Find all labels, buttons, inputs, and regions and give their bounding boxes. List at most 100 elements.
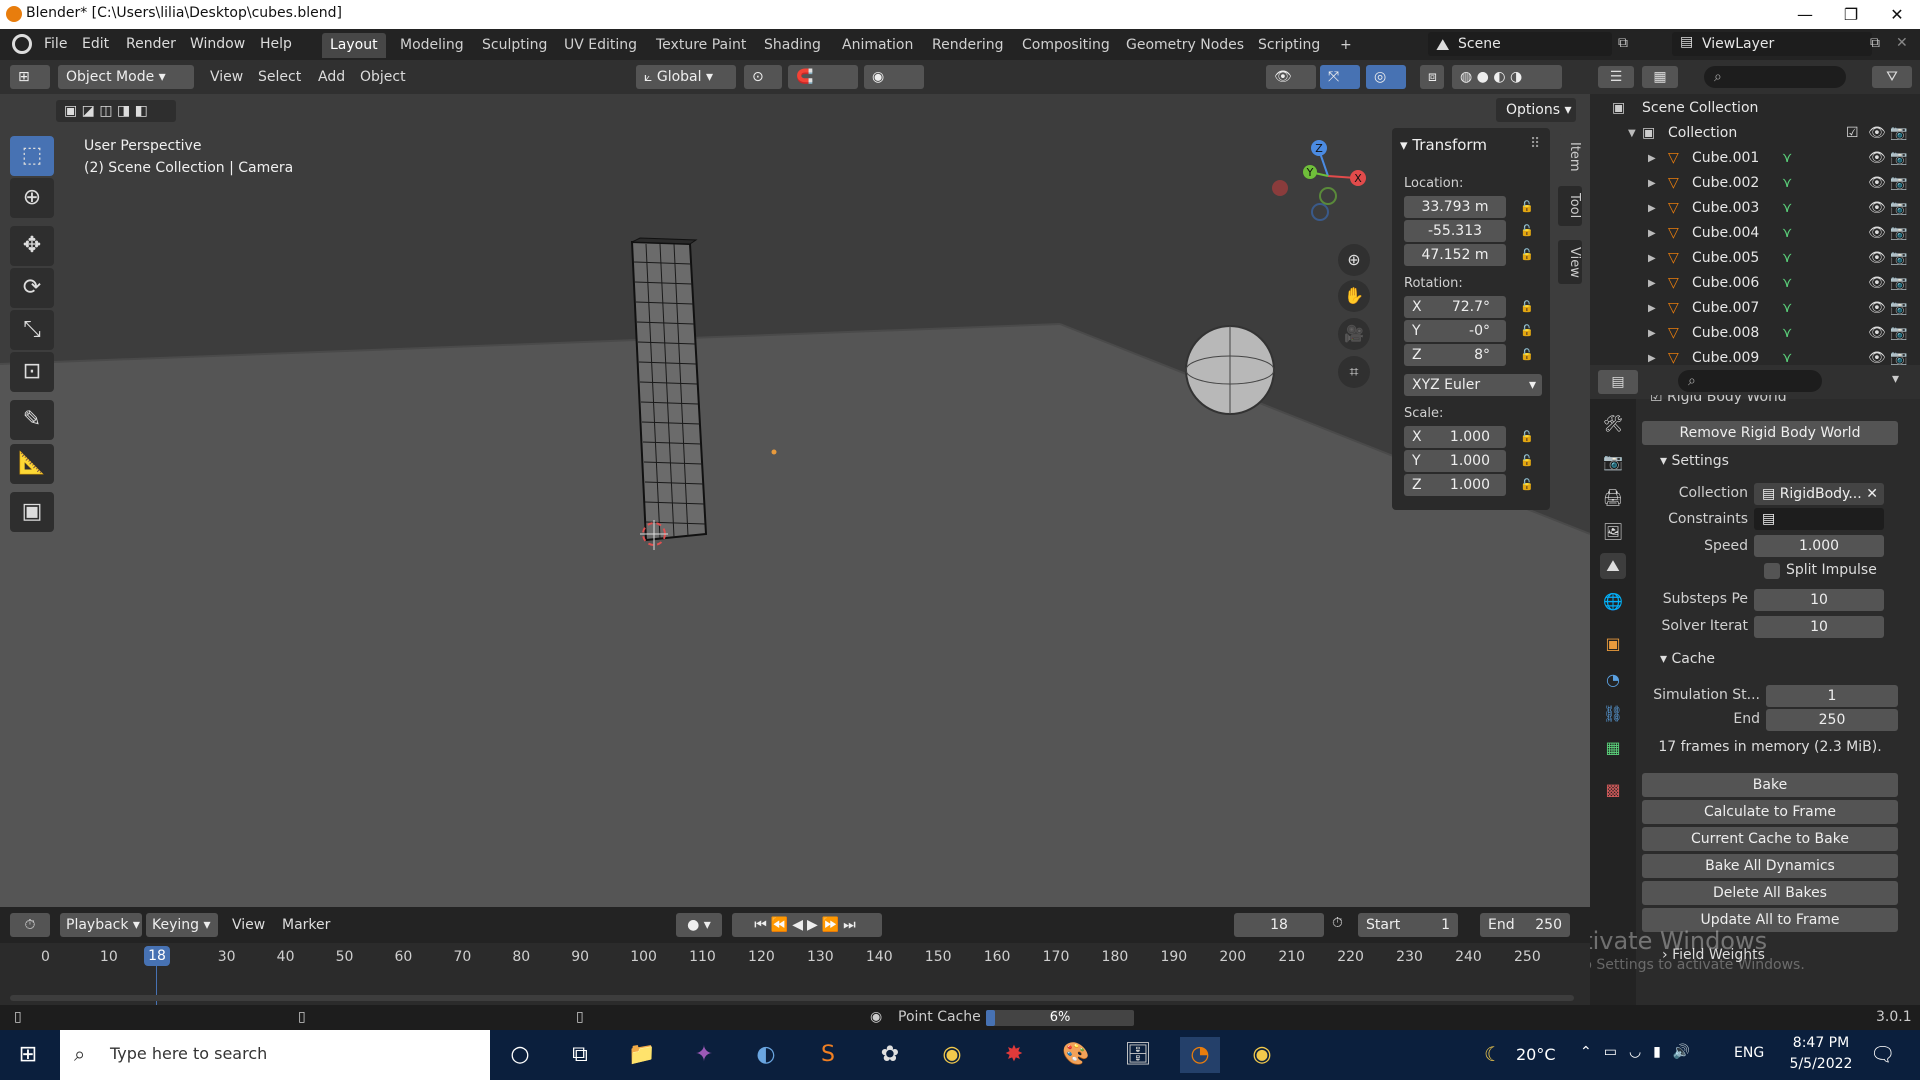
outliner-search-input[interactable]: ⌕ [1704,66,1846,88]
add-workspace-button[interactable]: + [1332,33,1360,58]
filter-icon[interactable]: ⛛ [1872,66,1912,88]
delete-all-bakes-button[interactable]: Delete All Bakes [1642,881,1898,905]
expand-icon[interactable]: ▶ [1648,321,1656,346]
weather-temp[interactable]: 20°C [1516,1045,1556,1064]
transform-panel-header[interactable]: ▾ Transform [1400,136,1487,154]
rigidbody-collection-field[interactable]: ▤ RigidBody... ✕ [1754,483,1884,505]
menu-add[interactable]: Add [318,69,345,85]
ortho-grid-icon[interactable]: ⌗ [1338,356,1370,388]
windows-start-icon[interactable]: ⊞ [8,1037,48,1073]
tab-geometry-nodes[interactable]: Geometry Nodes [1118,33,1252,58]
camera-icon[interactable]: 📷 [1890,171,1907,196]
expand-icon[interactable]: ▶ [1648,196,1656,221]
viewlayer-selector[interactable]: ViewLayer [1672,32,1872,56]
render-properties-icon[interactable]: 📷 [1600,449,1626,475]
chevron-down-icon[interactable]: ▾ [1892,371,1899,387]
tab-view[interactable]: View [1558,240,1582,284]
camera-view-icon[interactable]: 🎥 [1338,318,1370,350]
rotate-tool[interactable]: ⟳ [10,268,54,308]
menu-file[interactable]: File [44,36,67,52]
remove-viewlayer-icon[interactable]: ✕ [1896,35,1908,51]
menu-object[interactable]: Object [360,69,406,85]
task-view-icon[interactable]: ⧉ [560,1037,600,1073]
tab-shading[interactable]: Shading [756,33,829,58]
camera-icon[interactable]: 📷 [1890,121,1907,146]
clock-time[interactable]: 8:47 PM [1786,1035,1856,1051]
scale-y-field[interactable]: Y 1.000 [1404,450,1506,472]
pivot-icon[interactable]: ⊙ [744,65,782,89]
settings-panel-header[interactable]: ▾ Settings [1660,453,1729,469]
tab-texture-paint[interactable]: Texture Paint [648,33,754,58]
tool-properties-icon[interactable]: 🛠 [1600,411,1626,437]
orientation-selector[interactable]: ⟀ Global ▾ [636,65,736,89]
outliner-item[interactable]: ▶ ▽ Cube.008 ⋎ 👁 📷 [1590,321,1920,346]
constraints-field[interactable]: ▤ [1754,508,1884,530]
minimize-button[interactable]: — [1782,0,1828,29]
paint-icon[interactable]: 🎨 [1056,1037,1096,1073]
rotation-mode-select[interactable]: XYZ Euler ▾ [1404,374,1542,396]
xray-icon[interactable]: ⧈ [1420,65,1444,89]
lock-icon[interactable]: 🔓 [1520,200,1536,214]
scene-properties-icon[interactable]: ⛰ [1600,553,1626,579]
tab-item[interactable]: Item [1558,134,1582,180]
new-scene-icon[interactable]: ⧉ [1618,35,1628,51]
bake-button[interactable]: Bake [1642,773,1898,797]
close-button[interactable]: ✕ [1874,0,1920,29]
app-icon[interactable]: ✦ [684,1037,724,1073]
camera-icon[interactable]: 📷 [1890,221,1907,246]
transform-tool[interactable]: ⊡ [10,352,54,392]
physics-properties-icon[interactable]: ◔ [1600,667,1626,693]
eye-icon[interactable]: 👁 [1868,321,1886,346]
properties-search-input[interactable]: ⌕ [1678,370,1822,392]
eye-icon[interactable]: 👁 [1868,296,1886,321]
chrome-icon[interactable]: ◉ [1242,1037,1282,1073]
taskbar-search-input[interactable]: ⌕ Type here to search [60,1030,490,1080]
system-tray-icons[interactable]: ⌃▭◡▮🔊 [1580,1044,1702,1060]
simulation-end-field[interactable]: 250 [1766,709,1898,731]
mesh-data-icon[interactable]: ⋎ [1782,246,1792,271]
outliner-item[interactable]: ▶ ▽ Cube.002 ⋎ 👁 📷 [1590,171,1920,196]
tab-tool[interactable]: Tool [1558,186,1582,226]
location-y-field[interactable]: -55.313 [1404,220,1506,242]
outliner-item[interactable]: ▶ ▽ Cube.001 ⋎ 👁 📷 [1590,146,1920,171]
menu-view[interactable]: View [210,69,243,85]
playhead-frame-badge[interactable]: 18 [144,946,170,966]
app-icon[interactable]: 🗄 [1118,1037,1158,1073]
expand-icon[interactable]: ▶ [1648,146,1656,171]
cortana-icon[interactable]: ○ [500,1037,540,1073]
options-button[interactable]: Options ▾ [1496,98,1576,122]
move-tool[interactable]: ✥ [10,226,54,266]
lock-icon[interactable]: 🔓 [1520,248,1536,262]
menu-edit[interactable]: Edit [82,36,109,52]
camera-icon[interactable]: 📷 [1890,146,1907,171]
tab-layout[interactable]: Layout [322,33,386,58]
mesh-data-icon[interactable]: ⋎ [1782,221,1792,246]
language-indicator[interactable]: ENG [1734,1045,1764,1061]
menu-help[interactable]: Help [260,36,292,52]
scene-selector[interactable]: Scene [1428,32,1612,56]
clear-icon[interactable]: ✕ [1866,483,1878,505]
mesh-data-icon[interactable]: ⋎ [1782,271,1792,296]
speed-field[interactable]: 1.000 [1754,535,1884,557]
shading-modes[interactable]: ◍ ● ◐ ◑ [1452,65,1562,89]
outliner-scene-collection[interactable]: ▣ Scene Collection [1590,96,1920,121]
proportional-edit-icon[interactable]: ◉ [864,65,924,89]
tab-modeling[interactable]: Modeling [392,33,472,58]
output-properties-icon[interactable]: 🖨 [1600,485,1626,511]
lock-icon[interactable]: 🔓 [1520,224,1536,238]
zoom-icon[interactable]: ⊕ [1338,244,1370,276]
tab-scripting[interactable]: Scripting [1250,33,1328,58]
mesh-data-icon[interactable]: ⋎ [1782,296,1792,321]
checkbox-icon[interactable]: ☑ [1846,121,1859,146]
new-viewlayer-icon[interactable]: ⧉ [1870,35,1880,51]
outliner-item[interactable]: ▶ ▽ Cube.003 ⋎ 👁 📷 [1590,196,1920,221]
view-layer-icon[interactable]: 🖼 [1600,519,1626,545]
bake-all-dynamics-button[interactable]: Bake All Dynamics [1642,854,1898,878]
eye-icon[interactable]: 👁 [1868,146,1886,171]
editor-type-icon[interactable]: ⊞ [10,65,50,89]
outliner-item[interactable]: ▶ ▽ Cube.004 ⋎ 👁 📷 [1590,221,1920,246]
texture-properties-icon[interactable]: ▩ [1600,777,1626,803]
scale-z-field[interactable]: Z 1.000 [1404,474,1506,496]
eye-icon[interactable]: 👁 [1868,246,1886,271]
annotate-tool[interactable]: ✎ [10,400,54,440]
